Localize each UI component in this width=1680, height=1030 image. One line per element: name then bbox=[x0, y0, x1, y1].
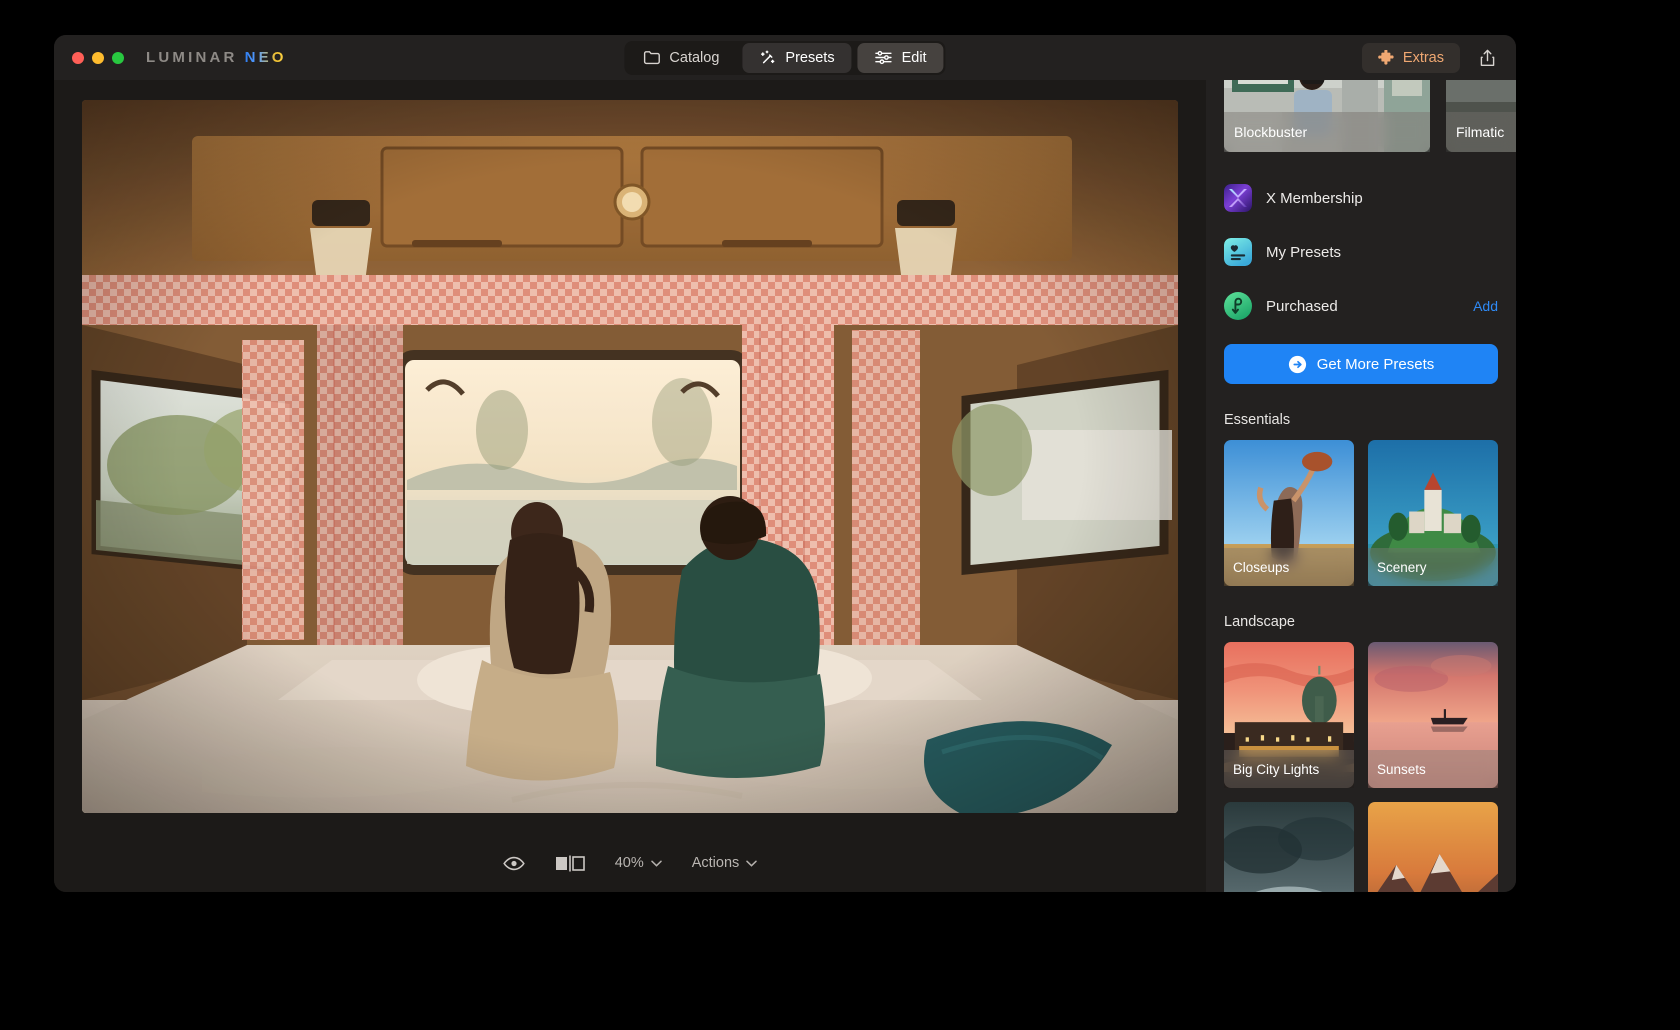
before-after-icon bbox=[555, 855, 585, 872]
collection-thumbnail-row: Blockbuster Filmatic bbox=[1224, 80, 1516, 152]
minimize-button[interactable] bbox=[92, 51, 104, 64]
preset-card-closeups[interactable]: Closeups bbox=[1224, 440, 1354, 586]
section-title-landscape: Landscape bbox=[1224, 614, 1295, 630]
preset-label: Sunsets bbox=[1368, 750, 1498, 788]
purchased-icon bbox=[1224, 292, 1252, 320]
chevron-down-icon bbox=[746, 860, 758, 867]
preset-label: Big City Lights bbox=[1224, 750, 1354, 788]
eye-icon bbox=[502, 856, 525, 871]
tab-catalog[interactable]: Catalog bbox=[626, 43, 736, 73]
tab-catalog-label: Catalog bbox=[669, 49, 720, 66]
photo-viewport[interactable] bbox=[82, 100, 1178, 813]
close-button[interactable] bbox=[72, 51, 84, 64]
menu-item-label: My Presets bbox=[1266, 243, 1342, 261]
presets-panel-scroll[interactable]: Blockbuster Filmatic X Membership My Pre… bbox=[1206, 80, 1516, 892]
extras-label: Extras bbox=[1402, 49, 1444, 66]
get-more-presets-label: Get More Presets bbox=[1316, 355, 1435, 373]
actions-menu-button[interactable]: Actions bbox=[692, 855, 758, 871]
collection-card-filmatic[interactable]: Filmatic bbox=[1446, 80, 1516, 152]
collection-label: Blockbuster bbox=[1224, 112, 1430, 152]
title-bar: LUMINAR NEO Catalog Presets Edit Extras bbox=[54, 35, 1516, 80]
preset-card-big-city-lights[interactable]: Big City Lights bbox=[1224, 642, 1354, 788]
section-title-essentials: Essentials bbox=[1224, 412, 1291, 428]
mode-tabs: Catalog Presets Edit bbox=[624, 40, 946, 75]
compare-toggle-button[interactable] bbox=[555, 855, 585, 872]
tab-presets[interactable]: Presets bbox=[742, 42, 852, 73]
presets-panel: Blockbuster Filmatic X Membership My Pre… bbox=[1206, 80, 1516, 892]
maximize-button[interactable] bbox=[112, 51, 124, 64]
preset-label: Scenery bbox=[1368, 548, 1498, 586]
landscape-3-thumbnail-image bbox=[1224, 802, 1354, 892]
menu-item-my-presets[interactable]: My Presets bbox=[1224, 228, 1498, 276]
puzzle-piece-icon bbox=[1378, 49, 1394, 66]
body-area: 40% Actions Blockbuster Filmatic X Membe… bbox=[54, 80, 1516, 892]
arrow-right-circle-icon bbox=[1288, 355, 1307, 374]
brand-primary: LUMINAR bbox=[146, 49, 238, 66]
titlebar-right-cluster: Extras bbox=[1361, 42, 1502, 73]
preset-card-scenery[interactable]: Scenery bbox=[1368, 440, 1498, 586]
add-presets-button[interactable]: Add bbox=[1473, 298, 1498, 314]
menu-item-purchased[interactable]: Purchased Add bbox=[1224, 282, 1498, 330]
preset-card-landscape-3[interactable] bbox=[1224, 802, 1354, 892]
get-more-presets-button[interactable]: Get More Presets bbox=[1224, 344, 1498, 384]
preset-grid-landscape: Big City Lights Sunsets bbox=[1224, 642, 1498, 892]
x-membership-icon bbox=[1224, 184, 1252, 212]
tab-edit[interactable]: Edit bbox=[857, 42, 944, 73]
app-window: LUMINAR NEO Catalog Presets Edit Extras … bbox=[54, 35, 1516, 892]
menu-item-label: X Membership bbox=[1266, 189, 1363, 207]
collection-label: Filmatic bbox=[1446, 112, 1516, 152]
tab-edit-label: Edit bbox=[901, 49, 927, 66]
window-controls bbox=[72, 51, 124, 64]
folder-icon bbox=[643, 50, 660, 65]
preset-grid-essentials: Closeups Scenery bbox=[1224, 440, 1498, 586]
menu-item-x-membership[interactable]: X Membership bbox=[1224, 174, 1498, 222]
edited-photo bbox=[82, 100, 1178, 813]
magic-wand-icon bbox=[759, 49, 776, 66]
preset-card-landscape-4[interactable] bbox=[1368, 802, 1498, 892]
zoom-level-selector[interactable]: 40% bbox=[615, 855, 662, 871]
brand-secondary: NEO bbox=[244, 49, 287, 66]
landscape-4-thumbnail-image bbox=[1368, 802, 1498, 892]
collection-card-blockbuster[interactable]: Blockbuster bbox=[1224, 80, 1430, 152]
canvas-area: 40% Actions bbox=[54, 80, 1206, 892]
tab-presets-label: Presets bbox=[785, 49, 835, 66]
sliders-icon bbox=[875, 50, 893, 65]
chevron-down-icon bbox=[650, 860, 662, 867]
preset-card-sunsets[interactable]: Sunsets bbox=[1368, 642, 1498, 788]
menu-item-label: Purchased bbox=[1266, 297, 1338, 315]
preset-label: Closeups bbox=[1224, 548, 1354, 586]
preview-toggle-button[interactable] bbox=[502, 856, 525, 871]
app-logo: LUMINAR NEO bbox=[146, 49, 287, 66]
zoom-level-label: 40% bbox=[614, 855, 644, 871]
share-icon bbox=[1479, 49, 1496, 67]
extras-button[interactable]: Extras bbox=[1361, 42, 1460, 73]
actions-label: Actions bbox=[691, 855, 740, 871]
bottom-toolbar: 40% Actions bbox=[54, 834, 1206, 892]
my-presets-icon bbox=[1224, 238, 1252, 266]
share-button[interactable] bbox=[1472, 43, 1502, 73]
